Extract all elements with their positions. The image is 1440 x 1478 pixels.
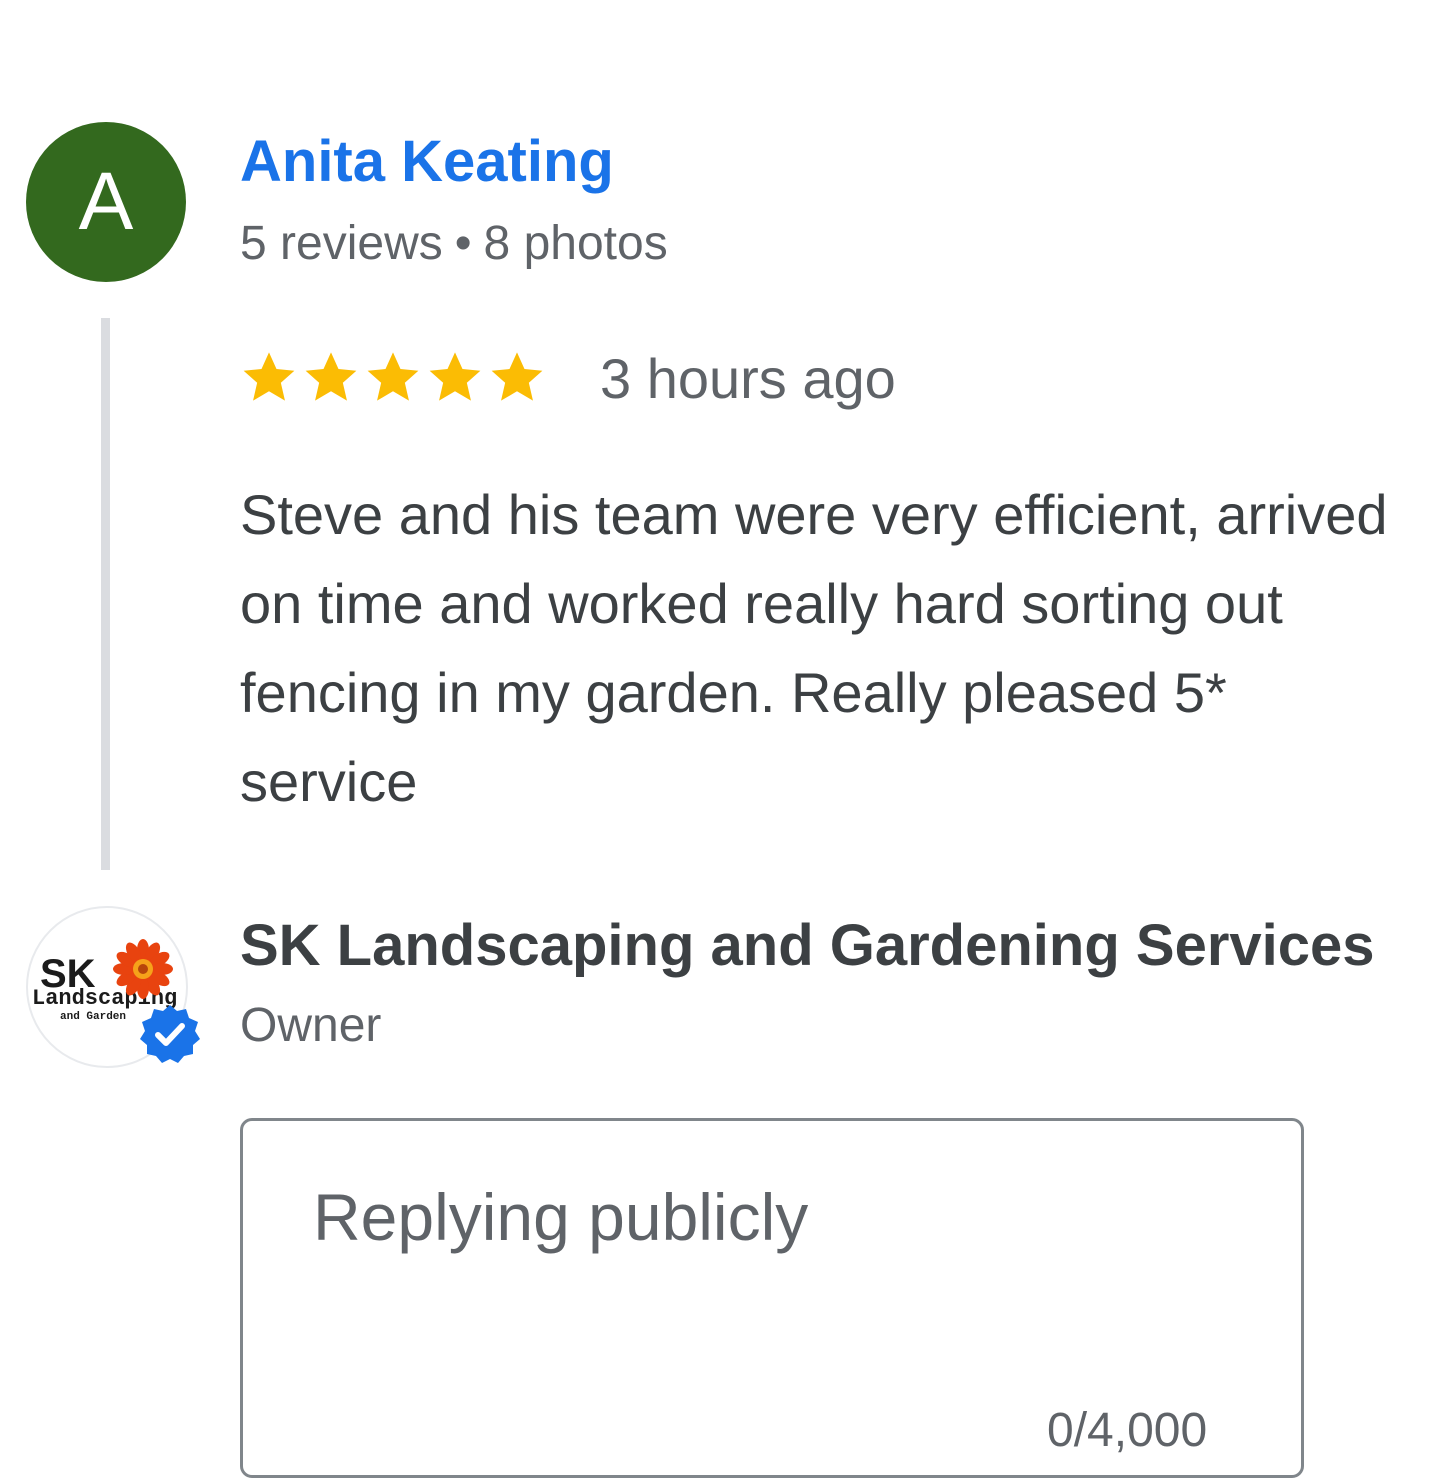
reply-placeholder: Replying publicly: [313, 1180, 809, 1254]
star-rating: [240, 348, 546, 406]
reviews-count: 5 reviews: [240, 217, 443, 270]
reply-textarea[interactable]: Replying publicly 0/4,000: [240, 1118, 1304, 1478]
review-time: 3 hours ago: [600, 347, 896, 410]
star-icon: [491, 352, 543, 401]
logo-text-garden: and Garden: [60, 1011, 127, 1023]
owner-name: SK Landscaping and Gardening Services: [240, 913, 1375, 978]
owner-role: Owner: [240, 999, 382, 1052]
reviewer-avatar-initial: A: [78, 156, 134, 247]
reviewer-avatar[interactable]: A: [26, 122, 186, 282]
review-text: Steve and his team were very efficient, …: [240, 483, 1388, 813]
reviewer-name[interactable]: Anita Keating: [240, 128, 614, 195]
star-icon: [243, 352, 295, 401]
star-icon: [305, 352, 357, 401]
reviewer-meta: 5 reviews • 8 photos: [240, 216, 668, 271]
star-icon: [367, 352, 419, 401]
photos-count: 8 photos: [483, 217, 668, 270]
reply-char-count: 0/4,000: [1047, 1404, 1208, 1457]
verified-badge-icon: [140, 1005, 200, 1063]
thread-line: [101, 318, 110, 870]
flower-logo-icon: [113, 939, 173, 999]
star-icon: [429, 352, 481, 401]
meta-separator: •: [454, 217, 472, 270]
